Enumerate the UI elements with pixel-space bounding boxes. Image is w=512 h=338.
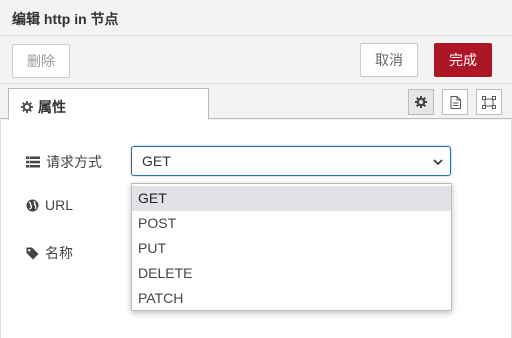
tag-icon: [26, 247, 39, 260]
list-icon: [26, 156, 40, 168]
tab-properties[interactable]: 属性: [8, 88, 209, 120]
document-icon: [450, 95, 461, 109]
delete-button[interactable]: 删除: [12, 44, 70, 78]
gear-icon: [415, 96, 427, 108]
appearance-tab-button[interactable]: [476, 89, 502, 115]
description-tab-button[interactable]: [442, 89, 468, 115]
dropdown-option-get[interactable]: GET: [132, 186, 451, 211]
editor-header: 编辑 http in 节点: [0, 0, 512, 36]
globe-icon: [26, 199, 39, 212]
method-dropdown-list: GET POST PUT DELETE PATCH: [131, 183, 452, 311]
editor-title: 编辑 http in 节点: [12, 11, 119, 27]
dropdown-option-post[interactable]: POST: [132, 211, 451, 236]
dropdown-option-delete[interactable]: DELETE: [132, 261, 451, 286]
method-row: 请求方式: [26, 152, 102, 172]
url-label: URL: [45, 197, 74, 213]
frame-icon: [482, 95, 496, 109]
gear-icon: [21, 101, 33, 113]
chevron-down-icon: [432, 156, 444, 168]
tab-properties-label: 属性: [38, 99, 66, 115]
url-row: URL: [26, 197, 73, 213]
method-select-value: GET: [142, 153, 171, 169]
dropdown-option-patch[interactable]: PATCH: [132, 286, 451, 311]
tab-bar: 属性: [0, 85, 512, 120]
method-select[interactable]: GET: [131, 146, 451, 176]
cancel-button[interactable]: 取消: [360, 43, 418, 77]
method-label: 请求方式: [46, 154, 102, 170]
editor-toolbar: 删除 取消 完成: [0, 36, 512, 84]
dropdown-option-put[interactable]: PUT: [132, 236, 451, 261]
name-row: 名称: [26, 243, 73, 263]
name-label: 名称: [45, 245, 73, 261]
settings-tab-button[interactable]: [408, 89, 434, 115]
done-button[interactable]: 完成: [434, 43, 492, 77]
